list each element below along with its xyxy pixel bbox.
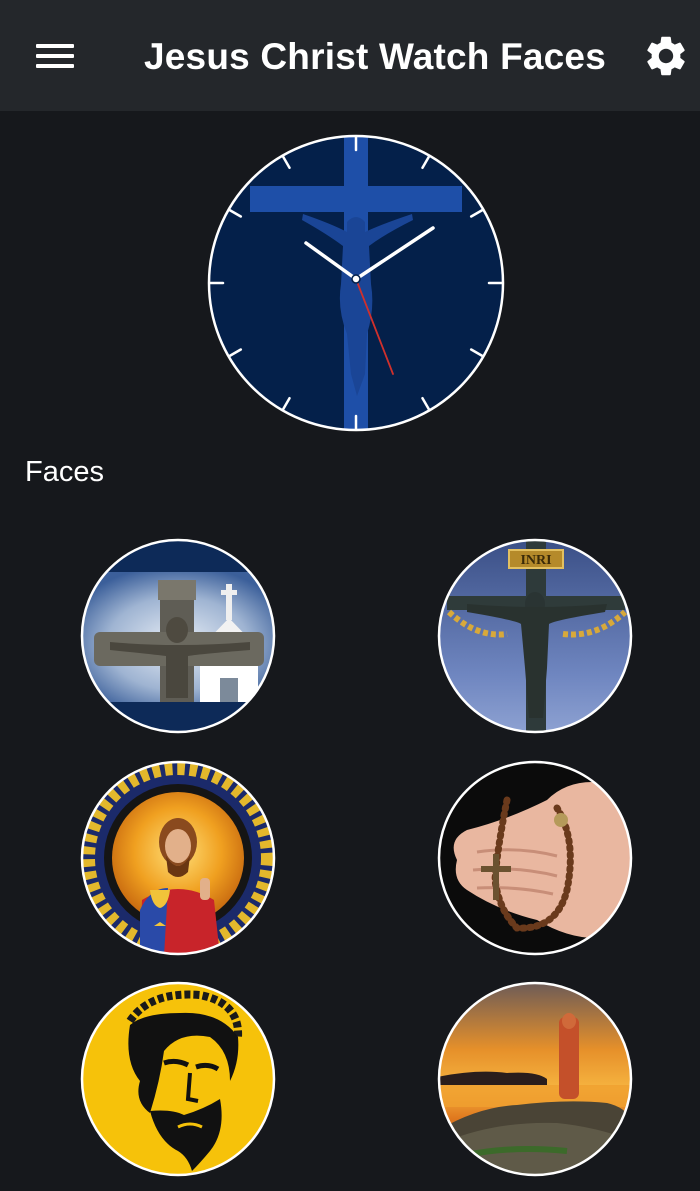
faces-section-label: Faces — [25, 456, 104, 488]
face-item-inri-crucifix[interactable]: INRI — [437, 538, 633, 734]
watch-face-preview[interactable] — [207, 134, 505, 432]
face-item-praying-hands-rosary[interactable] — [437, 760, 633, 956]
face-item-stained-glass-jesus[interactable] — [80, 760, 276, 956]
face-item-stone-crucifix[interactable] — [80, 538, 276, 734]
app-title: Jesus Christ Watch Faces — [144, 36, 606, 77]
hamburger-menu-icon[interactable] — [34, 38, 78, 74]
center-pin — [351, 274, 361, 284]
inri-sign: INRI — [520, 553, 551, 568]
gear-icon[interactable] — [642, 32, 690, 80]
face-item-jesus-crown-of-thorns[interactable] — [80, 981, 276, 1177]
face-item-sunset-cross[interactable] — [437, 981, 633, 1177]
app-bar: Jesus Christ Watch Faces — [0, 0, 700, 111]
